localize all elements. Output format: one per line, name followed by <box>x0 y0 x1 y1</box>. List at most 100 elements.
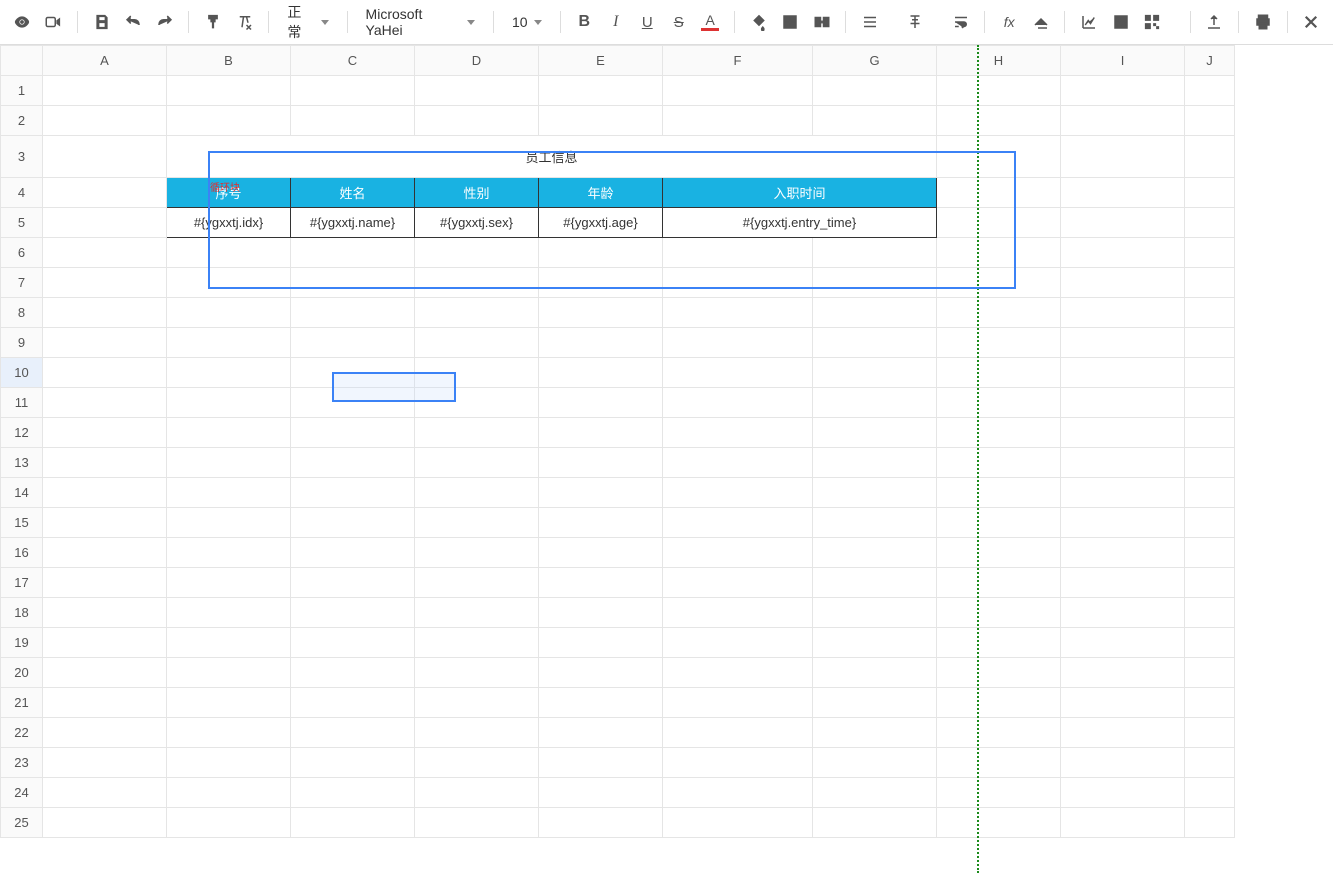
cell[interactable] <box>539 718 663 748</box>
cell[interactable] <box>539 448 663 478</box>
row-header[interactable]: 18 <box>1 598 43 628</box>
cell[interactable] <box>663 76 813 106</box>
cell[interactable] <box>43 178 167 208</box>
cell[interactable] <box>539 478 663 508</box>
cell[interactable] <box>663 598 813 628</box>
cell[interactable] <box>167 106 291 136</box>
cell[interactable] <box>813 238 937 268</box>
cell[interactable] <box>415 658 539 688</box>
cell[interactable] <box>43 328 167 358</box>
bold-icon[interactable]: B <box>571 8 598 36</box>
cell[interactable] <box>663 448 813 478</box>
cell[interactable] <box>539 328 663 358</box>
cell[interactable] <box>43 106 167 136</box>
cell[interactable] <box>663 298 813 328</box>
cell[interactable] <box>167 358 291 388</box>
cell[interactable] <box>1185 238 1235 268</box>
row-header[interactable]: 9 <box>1 328 43 358</box>
cell[interactable] <box>291 76 415 106</box>
cell[interactable] <box>663 268 813 298</box>
cell[interactable] <box>415 568 539 598</box>
cell[interactable] <box>1061 298 1185 328</box>
cell[interactable] <box>1185 538 1235 568</box>
cell[interactable] <box>43 538 167 568</box>
cell[interactable] <box>937 358 1061 388</box>
cell[interactable] <box>1185 136 1235 178</box>
cell[interactable] <box>291 568 415 598</box>
cell[interactable] <box>937 106 1061 136</box>
close-icon[interactable] <box>1298 8 1325 36</box>
cell[interactable] <box>813 298 937 328</box>
row-header[interactable]: 19 <box>1 628 43 658</box>
cell[interactable] <box>539 268 663 298</box>
cell[interactable] <box>937 136 1061 178</box>
cell[interactable] <box>43 208 167 238</box>
cell[interactable] <box>415 718 539 748</box>
format-painter-icon[interactable] <box>199 8 226 36</box>
cell[interactable] <box>415 418 539 448</box>
row-header[interactable]: 24 <box>1 778 43 808</box>
row-header[interactable]: 21 <box>1 688 43 718</box>
cell[interactable] <box>43 598 167 628</box>
cell[interactable] <box>937 598 1061 628</box>
cell[interactable] <box>937 508 1061 538</box>
cell[interactable] <box>167 718 291 748</box>
cell[interactable] <box>291 328 415 358</box>
cell[interactable] <box>167 328 291 358</box>
cell[interactable] <box>1061 628 1185 658</box>
cell[interactable] <box>1061 448 1185 478</box>
cell[interactable] <box>937 688 1061 718</box>
cell[interactable] <box>1061 388 1185 418</box>
cell[interactable] <box>43 268 167 298</box>
cell[interactable] <box>1185 208 1235 238</box>
cell[interactable] <box>291 778 415 808</box>
cell[interactable] <box>1061 208 1185 238</box>
strikethrough-icon[interactable]: S <box>665 8 692 36</box>
cell[interactable] <box>1061 358 1185 388</box>
select-all-corner[interactable] <box>1 46 43 76</box>
cell[interactable] <box>43 76 167 106</box>
redo-icon[interactable] <box>151 8 178 36</box>
table-header[interactable]: 性别 <box>415 178 539 208</box>
cell[interactable] <box>539 808 663 838</box>
cell[interactable] <box>291 448 415 478</box>
cell[interactable] <box>43 358 167 388</box>
cell[interactable] <box>663 718 813 748</box>
cell[interactable] <box>1185 658 1235 688</box>
cell[interactable] <box>1061 748 1185 778</box>
col-header[interactable]: J <box>1185 46 1235 76</box>
cell[interactable] <box>43 448 167 478</box>
cell[interactable] <box>937 478 1061 508</box>
cell[interactable] <box>937 658 1061 688</box>
cell[interactable] <box>937 418 1061 448</box>
cell[interactable] <box>539 358 663 388</box>
row-header[interactable]: 11 <box>1 388 43 418</box>
cell[interactable] <box>539 658 663 688</box>
cell[interactable] <box>43 298 167 328</box>
cell[interactable] <box>663 538 813 568</box>
print-icon[interactable] <box>1249 8 1276 36</box>
cell[interactable] <box>539 568 663 598</box>
row-header[interactable]: 5 <box>1 208 43 238</box>
cell[interactable] <box>1185 418 1235 448</box>
cell[interactable] <box>167 508 291 538</box>
cell[interactable] <box>813 718 937 748</box>
cell[interactable] <box>1185 598 1235 628</box>
cell[interactable] <box>1061 718 1185 748</box>
cell[interactable] <box>1185 808 1235 838</box>
cell[interactable] <box>1061 508 1185 538</box>
row-header[interactable]: 15 <box>1 508 43 538</box>
cell[interactable] <box>167 778 291 808</box>
cell[interactable] <box>291 748 415 778</box>
cell[interactable] <box>813 508 937 538</box>
cell[interactable] <box>43 136 167 178</box>
cell[interactable] <box>167 568 291 598</box>
cell[interactable] <box>291 358 415 388</box>
cell[interactable] <box>813 268 937 298</box>
cell[interactable] <box>1185 106 1235 136</box>
cell[interactable] <box>291 238 415 268</box>
cell[interactable] <box>167 808 291 838</box>
cell[interactable] <box>291 418 415 448</box>
row-header[interactable]: 8 <box>1 298 43 328</box>
cell[interactable] <box>415 598 539 628</box>
